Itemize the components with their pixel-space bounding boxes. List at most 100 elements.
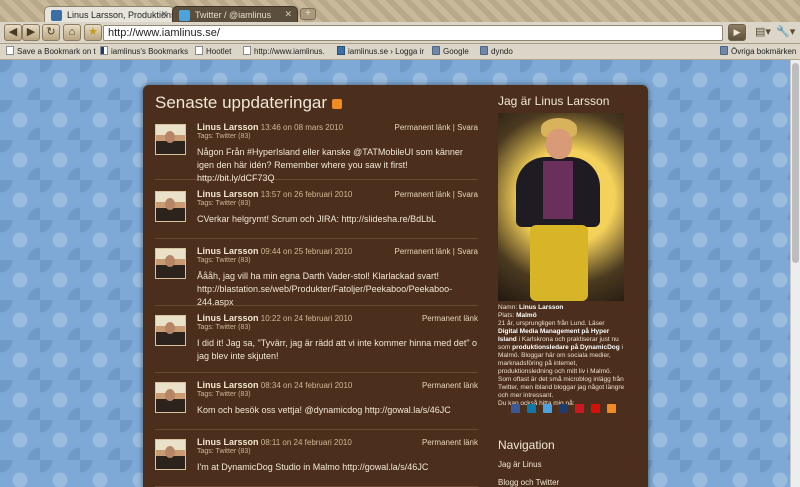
post-text: I did it! Jag sa, "Tyvärr, jag är rädd a… <box>197 338 478 361</box>
post-time: 08:34 on 24 februari 2010 <box>260 381 353 390</box>
folder-icon <box>432 46 440 55</box>
post-text: CVerkar helgrymt! Scrum och JIRA: http:/… <box>197 214 437 224</box>
post-text: Någon Från #HyperIsland eller kanske @TA… <box>197 147 463 183</box>
avatar[interactable] <box>155 439 186 470</box>
wrench-menu-icon[interactable]: 🔧▾ <box>776 25 795 38</box>
sidebar-title: Jag är Linus Larsson <box>498 94 610 108</box>
folder-icon <box>720 46 728 55</box>
tab-strip: Linus Larsson, Produktionsle ✕ Twitter /… <box>0 0 800 23</box>
author-name[interactable]: Linus Larsson <box>197 122 259 132</box>
bookmark-item[interactable]: Hootlet <box>195 46 231 56</box>
linkedin-icon[interactable] <box>527 404 536 413</box>
permalink-link[interactable]: Permanent länk <box>422 438 478 447</box>
lastfm-icon[interactable] <box>591 404 600 413</box>
bookmark-item[interactable]: iamlinus.se › Logga ir <box>337 46 424 56</box>
post-tags[interactable]: Tags: Twitter (83) <box>197 391 251 398</box>
navigation-heading: Navigation <box>498 438 555 452</box>
author-name[interactable]: Linus Larsson <box>197 189 259 199</box>
page-icon <box>6 46 14 55</box>
avatar[interactable] <box>155 382 186 413</box>
bookmark-item[interactable]: iamlinus's Bookmarks <box>100 46 188 56</box>
author-name[interactable]: Linus Larsson <box>197 246 259 256</box>
permalink-link[interactable]: Permanent länk <box>422 381 478 390</box>
avatar[interactable] <box>155 315 186 346</box>
post-tags[interactable]: Tags: Twitter (83) <box>197 200 251 207</box>
site-favicon <box>51 10 62 21</box>
back-button[interactable]: ◀ <box>4 24 22 41</box>
youtube-icon[interactable] <box>575 404 584 413</box>
permalink-link[interactable]: Permanent länk <box>395 247 451 256</box>
avatar[interactable] <box>155 248 186 279</box>
page-background: Senaste uppdateringar Linus Larsson 13:4… <box>0 60 790 487</box>
reply-link[interactable]: Svara <box>457 190 478 199</box>
nav-link-blogg-och-twitter[interactable]: Blogg och Twitter <box>498 478 559 487</box>
tab-twitter[interactable]: Twitter / @iamlinus ✕ <box>172 6 298 23</box>
delicious-icon <box>100 46 108 55</box>
post-text: I'm at DynamicDog Studio in Malmo http:/… <box>197 462 429 472</box>
permalink-link[interactable]: Permanent länk <box>422 314 478 323</box>
post-time: 09:44 on 25 februari 2010 <box>260 247 353 256</box>
profile-photo <box>498 113 624 301</box>
update-item: Linus Larsson 13:57 on 26 februari 2010 … <box>155 189 478 239</box>
post-time: 13:57 on 26 februari 2010 <box>260 190 353 199</box>
update-item: Linus Larsson 09:44 on 25 februari 2010 … <box>155 246 478 307</box>
page-title: Senaste uppdateringar <box>155 93 343 113</box>
bookmark-folder[interactable]: dyndo <box>480 46 513 56</box>
post-tags[interactable]: Tags: Twitter (83) <box>197 324 251 331</box>
other-bookmarks-folder[interactable]: Övriga bokmärken <box>720 46 796 56</box>
post-tags[interactable]: Tags: Twitter (83) <box>197 448 251 455</box>
bookmark-item[interactable]: http://www.iamlinus. <box>243 46 325 56</box>
permalink-link[interactable]: Permanent länk <box>395 123 451 132</box>
page-icon <box>243 46 251 55</box>
author-name[interactable]: Linus Larsson <box>197 437 259 447</box>
page-icon <box>195 46 203 55</box>
tab-title: Twitter / @iamlinus <box>195 10 272 20</box>
author-name[interactable]: Linus Larsson <box>197 313 259 323</box>
bio-text: Namn: Linus Larsson Plats: Malmö 21 år, … <box>498 304 625 407</box>
update-item: Linus Larsson 10:22 on 24 februari 2010 … <box>155 313 478 373</box>
social-links <box>511 404 621 414</box>
update-item: Linus Larsson 08:34 on 24 februari 2010 … <box>155 380 478 430</box>
forward-button[interactable]: ▶ <box>22 24 40 41</box>
new-tab-button[interactable]: + <box>300 8 316 20</box>
avatar[interactable] <box>155 124 186 155</box>
bookmark-folder[interactable]: Google <box>432 46 469 56</box>
rss-icon[interactable] <box>607 404 616 413</box>
site-icon <box>337 46 345 55</box>
folder-icon <box>480 46 488 55</box>
post-text: Åååh, jag vill ha min egna Darth Vader-s… <box>197 271 453 307</box>
nav-link-jag-ar-linus[interactable]: Jag är Linus <box>498 460 542 469</box>
facebook-icon[interactable] <box>511 404 520 413</box>
post-tags[interactable]: Tags: Twitter (83) <box>197 133 251 140</box>
reply-link[interactable]: Svara <box>457 247 478 256</box>
reload-button[interactable]: ↻ <box>42 24 60 41</box>
bookmark-item[interactable]: Save a Bookmark on t <box>6 46 96 56</box>
browser-toolbar: ◀ ▶ ↻ ⌂ ★ http://www.iamlinus.se/ ▶ ▤▾ 🔧… <box>0 22 800 44</box>
post-time: 10:22 on 24 februari 2010 <box>260 314 353 323</box>
home-button[interactable]: ⌂ <box>63 24 81 41</box>
scrollbar-thumb[interactable] <box>792 63 799 263</box>
tab-title: Linus Larsson, Produktionsle <box>67 10 174 20</box>
update-item: Linus Larsson 13:46 on 08 mars 2010 Perm… <box>155 122 478 183</box>
vertical-scrollbar[interactable] <box>790 60 800 487</box>
close-tab-icon[interactable]: ✕ <box>284 9 292 20</box>
close-tab-icon[interactable]: ✕ <box>160 9 168 20</box>
post-time: 08:11 on 24 februari 2010 <box>260 438 352 447</box>
permalink-link[interactable]: Permanent länk <box>395 190 451 199</box>
address-bar[interactable]: http://www.iamlinus.se/ <box>103 25 723 41</box>
reply-link[interactable]: Svara <box>457 123 478 132</box>
post-tags[interactable]: Tags: Twitter (83) <box>197 257 251 264</box>
bookmarks-bar: Save a Bookmark on t iamlinus's Bookmark… <box>0 44 800 60</box>
twitter-favicon <box>179 10 190 21</box>
update-item: Linus Larsson 08:11 on 24 februari 2010 … <box>155 437 478 487</box>
page-menu-icon[interactable]: ▤▾ <box>755 25 771 38</box>
avatar[interactable] <box>155 191 186 222</box>
delicious-icon[interactable] <box>559 404 568 413</box>
author-name[interactable]: Linus Larsson <box>197 380 259 390</box>
content-panel: Senaste uppdateringar Linus Larsson 13:4… <box>143 85 648 487</box>
tab-linus-larsson[interactable]: Linus Larsson, Produktionsle ✕ <box>44 6 174 23</box>
go-button[interactable]: ▶ <box>728 24 746 41</box>
bookmark-star-button[interactable]: ★ <box>84 24 102 41</box>
rss-icon[interactable] <box>332 99 343 109</box>
twitter-icon[interactable] <box>543 404 552 413</box>
